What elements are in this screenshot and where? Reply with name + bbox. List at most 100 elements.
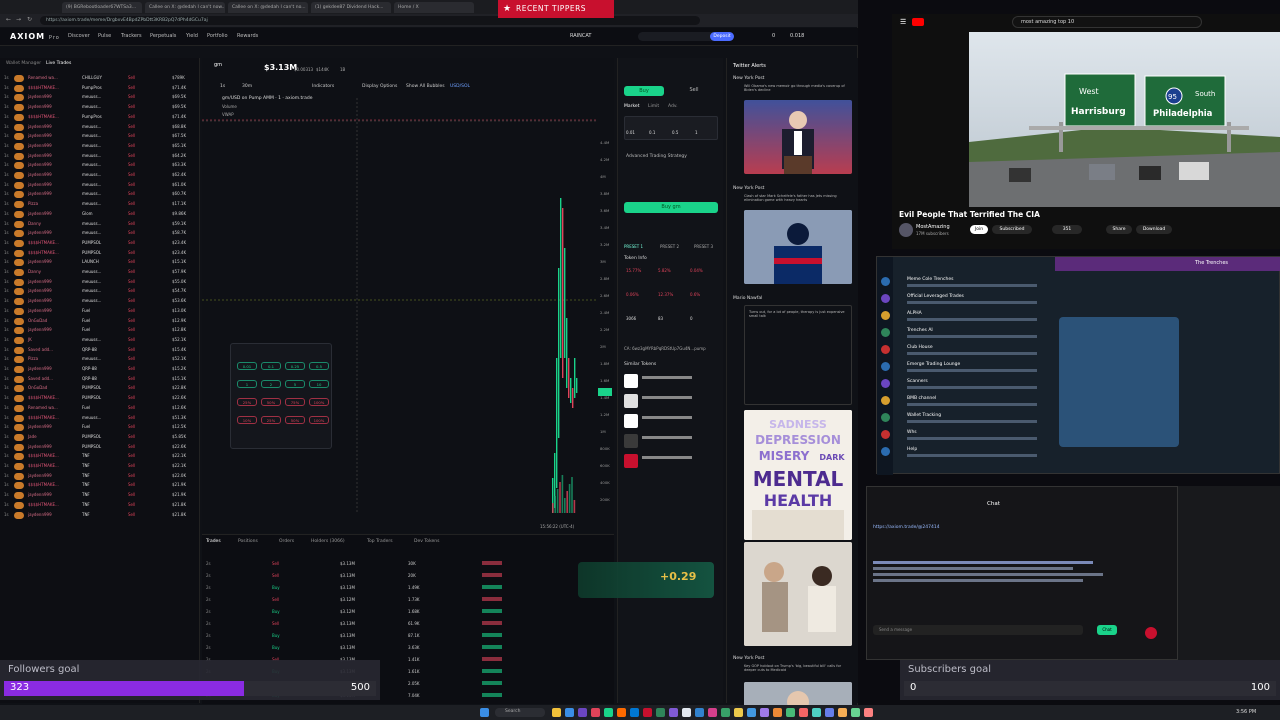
telegram-chat-item[interactable]: Club House — [907, 345, 933, 350]
list-item[interactable]: 1s jaydenn999 TNF Sell $21.9K — [0, 491, 200, 501]
quoted-tweet[interactable]: Turns out, for a lot of people, therapy … — [744, 305, 852, 405]
list-item[interactable]: 1s $$$$HTMAKE... PUMPSOL Sell $23.4K — [0, 239, 200, 249]
similar-token-thumb[interactable] — [624, 454, 638, 468]
list-item[interactable]: 1s jaydenn999 meuuss... Sell $61.0K — [0, 181, 200, 191]
similar-token-thumb[interactable] — [624, 394, 638, 408]
menu-icon[interactable]: ☰ — [900, 18, 906, 26]
mode-adv[interactable]: Adv. — [668, 104, 678, 109]
list-item[interactable]: 1s jaydenn999 Fuel Sell $12.8K — [0, 326, 200, 336]
list-item[interactable]: 1s jaydenn999 QRP-88 Sell $15.2K — [0, 365, 200, 375]
channel-name[interactable]: MostAmazing — [916, 224, 950, 230]
chat-avatar[interactable] — [881, 447, 890, 456]
telegram-chat-item[interactable]: ALPHA — [907, 311, 922, 316]
list-item[interactable]: 1s $$$$HTMAKE... meuuss... Sell $51.3K — [0, 414, 200, 424]
list-item[interactable]: 1s OnGoDad PUMPSOL Sell $22.8K — [0, 384, 200, 394]
similar-token-name[interactable] — [642, 436, 692, 439]
list-item[interactable]: 1s $$$$HTMAKE... PumpPros Sell $71.4K — [0, 113, 200, 123]
trades-tab[interactable]: Dev Tokens — [414, 539, 439, 544]
list-item[interactable]: 1s Pizza meuuss... Sell $17.1K — [0, 200, 200, 210]
mode-limit[interactable]: Limit — [648, 104, 659, 109]
preset-1[interactable]: PRESET 1 — [624, 244, 643, 249]
list-item[interactable]: 1s jaydenn999 meuuss... Sell $58.7K — [0, 229, 200, 239]
youtube-logo-icon[interactable] — [912, 18, 924, 26]
list-item[interactable]: 1s jaydenn999 meuuss... Sell $63.3K — [0, 161, 200, 171]
taskbar-app-icon[interactable] — [864, 708, 873, 717]
axiom-logo[interactable]: AXIOM Pro — [10, 32, 60, 41]
chat-avatar[interactable] — [881, 396, 890, 405]
chat-avatar[interactable] — [881, 345, 890, 354]
advanced-strategy-toggle[interactable]: Advanced Trading Strategy — [626, 154, 687, 159]
telegram-chat-item[interactable]: Whs — [907, 430, 917, 435]
quick-amount-button[interactable]: 10 — [309, 380, 329, 388]
start-icon[interactable] — [480, 708, 489, 717]
amount-input[interactable] — [624, 116, 718, 140]
chat-avatar[interactable] — [881, 430, 890, 439]
channel-avatar[interactable] — [899, 223, 913, 237]
tab-live-trades[interactable]: Live Trades — [46, 61, 71, 66]
wallet-balance[interactable]: 0.018 — [790, 33, 804, 39]
trades-tab[interactable]: Orders — [279, 539, 294, 544]
similar-token-name[interactable] — [642, 416, 692, 419]
nav-portfolio[interactable]: Portfolio — [207, 33, 228, 39]
list-item[interactable]: 1s Danny meuuss... Sell $59.1K — [0, 220, 200, 230]
telegram-chat-item[interactable]: Trenches AI — [907, 328, 933, 333]
list-item[interactable]: 1s jaydenn999 meuuss... Sell $65.1K — [0, 142, 200, 152]
taskbar-app-icon[interactable] — [773, 708, 782, 717]
hangup-icon[interactable] — [1145, 627, 1157, 639]
list-item[interactable]: 1s Danny meuuss... Sell $57.9K — [0, 268, 200, 278]
list-item[interactable]: 1s $$$$HTMAKE... TNF Sell $22.1K — [0, 452, 200, 462]
quick-amount-button[interactable]: 50% — [261, 398, 281, 406]
video-player[interactable]: West Harrisburg 95 South Philadelphia — [969, 32, 1280, 207]
similar-token-name[interactable] — [642, 396, 692, 399]
quick-buy-widget[interactable]: 0.01 0.1 0.25 0.5 1 2 5 10 25% 50% 75% 100% 10% 25% 50… — [230, 343, 332, 449]
taskbar-app-icon[interactable] — [604, 708, 613, 717]
similar-token-name[interactable] — [642, 376, 692, 379]
taskbar-app-icon[interactable] — [552, 708, 561, 717]
taskbar-app-icon[interactable] — [643, 708, 652, 717]
taskbar-app-icon[interactable] — [825, 708, 834, 717]
quick-amount-button[interactable]: 0.5 — [309, 362, 329, 370]
list-item[interactable]: 1s OnGoDad Fuel Sell $12.9K — [0, 317, 200, 327]
tweet-author[interactable]: New York Post — [733, 76, 764, 81]
taskbar-app-icon[interactable] — [838, 708, 847, 717]
subscribed-button[interactable]: Subscribed — [992, 225, 1032, 234]
browser-tab[interactable]: Callee on X: @dedah I can't no... — [228, 2, 308, 13]
list-item[interactable]: 1s jaydenn999 meuuss... Sell $64.2K — [0, 152, 200, 162]
list-item[interactable]: 1s jaydenn999 Fuel Sell $12.5K — [0, 423, 200, 433]
like-button[interactable]: 351 — [1052, 225, 1082, 234]
telegram-chat-item[interactable]: Wallet Tracking — [907, 413, 941, 418]
taskbar-app-icon[interactable] — [799, 708, 808, 717]
list-item[interactable]: 1s jaydenn999 TNF Sell $21.8K — [0, 511, 200, 521]
list-item[interactable]: 1s jaydenn999 LAUNCH Sell $15.1K — [0, 258, 200, 268]
taskbar-app-icon[interactable] — [812, 708, 821, 717]
nav-perpetuals[interactable]: Perpetuals — [150, 33, 176, 39]
taskbar-app-icon[interactable] — [734, 708, 743, 717]
tweet-image[interactable]: SADNESS DEPRESSION MISERY DARK MENTAL HE… — [744, 410, 852, 540]
message-bubble[interactable] — [1059, 317, 1179, 447]
taskbar-app-icon[interactable] — [565, 708, 574, 717]
taskbar-app-icon[interactable] — [760, 708, 769, 717]
list-item[interactable]: 1s JK meuuss... Sell $52.1K — [0, 336, 200, 346]
quick-amount-button[interactable]: 100% — [309, 416, 329, 424]
chat-avatar[interactable] — [881, 379, 890, 388]
list-item[interactable]: 1s $$$$HTMAKE... TNF Sell $21.9K — [0, 481, 200, 491]
chat-avatar[interactable] — [881, 294, 890, 303]
list-item[interactable]: 1s Saved add... QRP-88 Sell $15.1K — [0, 375, 200, 385]
list-item[interactable]: 1s jaydenn999 meuuss... Sell $69.5K — [0, 93, 200, 103]
list-item[interactable]: 1s jaydenn999 meuuss... Sell $54.7K — [0, 287, 200, 297]
chat-avatar[interactable] — [881, 277, 890, 286]
taskbar-app-icon[interactable] — [578, 708, 587, 717]
youtube-search-input[interactable]: most amazing top 10 — [1012, 16, 1202, 28]
list-item[interactable]: 1s $$$$HTMAKE... TNF Sell $21.8K — [0, 501, 200, 511]
tweet-image[interactable] — [744, 210, 852, 284]
contract-address[interactable]: CA: 6wz3gMYRbPqRDStUp7Gu4N...pump — [624, 346, 706, 351]
preset-3[interactable]: PRESET 3 — [694, 244, 713, 249]
taskbar-app-icon[interactable] — [721, 708, 730, 717]
forward-icon[interactable]: → — [16, 16, 21, 23]
browser-tab[interactable]: (1) gekdee87 Dividend Hack... — [311, 2, 391, 13]
quick-amount-button[interactable]: 1 — [237, 380, 257, 388]
telegram-chat-item[interactable]: Emerge Trading Lounge — [907, 362, 960, 367]
browser-tab[interactable]: (9) BGRebootloader67WTSa3... — [62, 2, 142, 13]
quick-amount-button[interactable]: 0.01 — [237, 362, 257, 370]
list-item[interactable]: 1s Jade PUMPSOL Sell $5.85K — [0, 433, 200, 443]
